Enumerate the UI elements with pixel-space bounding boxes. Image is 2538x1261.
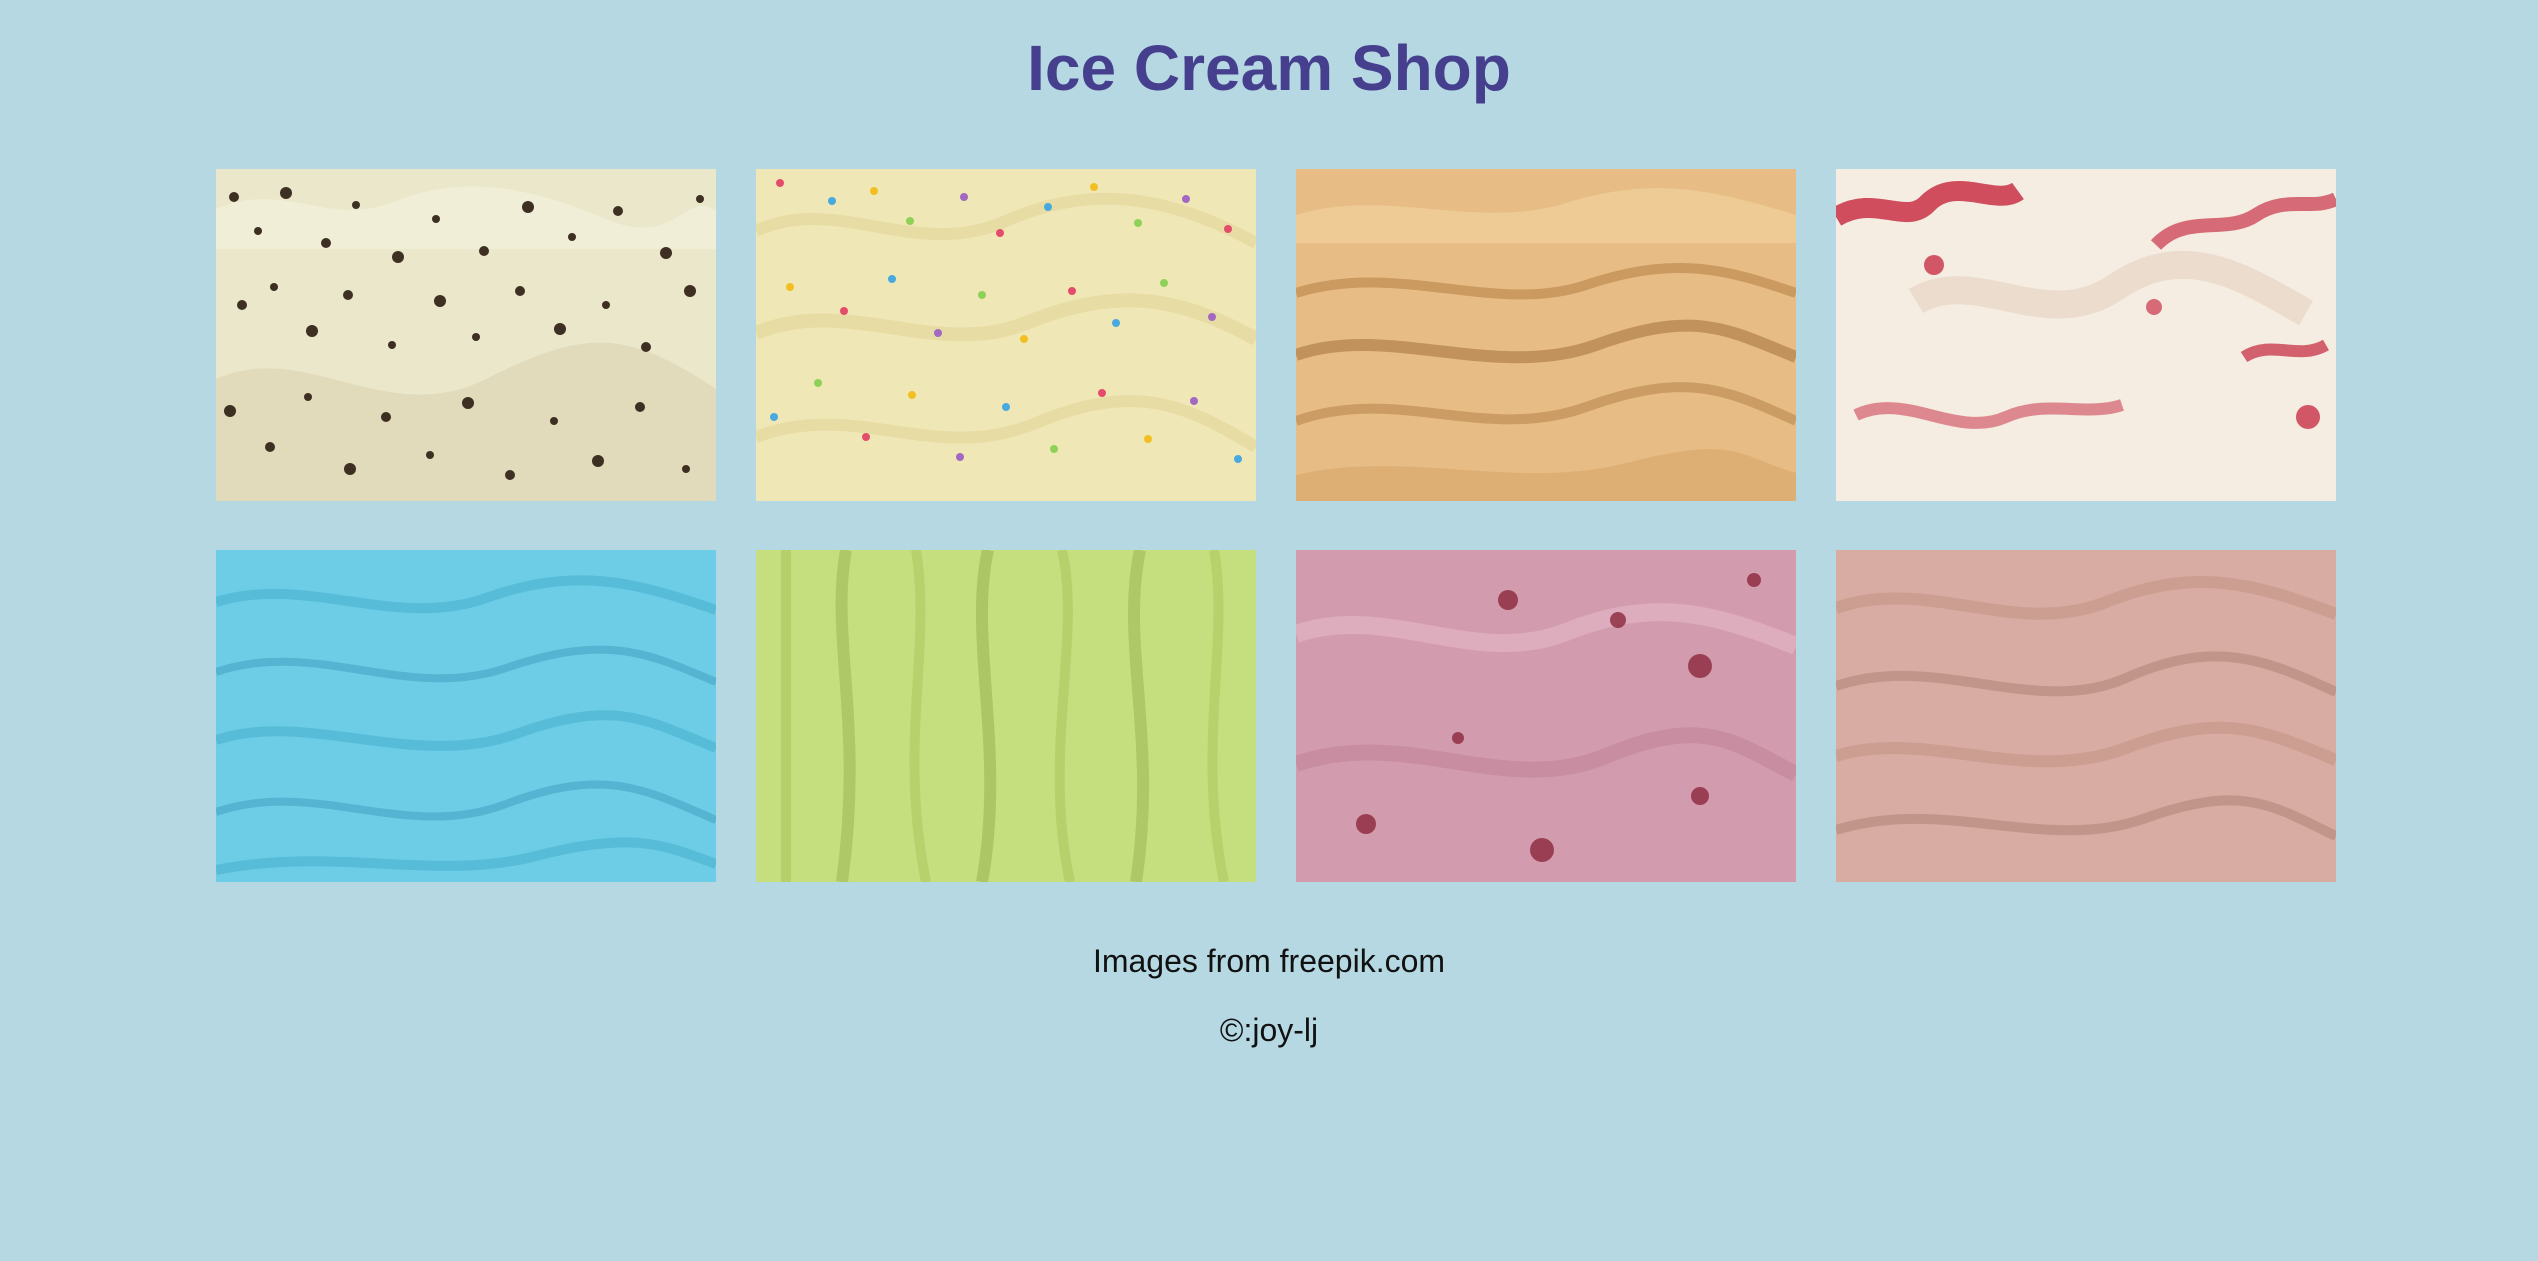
gallery-image-vanilla-sprinkles [756,169,1256,501]
strawberry-swirl-ice-cream-icon [1836,169,2336,501]
caramel-ice-cream-icon [1296,169,1796,501]
page-title: Ice Cream Shop [1027,32,1511,104]
copyright-text: ©:joy-lj [1219,1012,1319,1048]
gallery-image-blue [216,550,716,882]
pistachio-ice-cream-icon [756,550,1256,882]
ice-cream-gallery [216,169,2336,882]
mint-chocolate-chip-ice-cream-icon [216,169,716,501]
image-credit-text: Images from freepik.com [1092,943,1446,979]
vanilla-sprinkles-ice-cream-icon [756,169,1256,501]
gallery-image-caramel [1296,169,1796,501]
berry-ice-cream-icon [1296,550,1796,882]
page: Ice Cream Shop Images from freepik.com ©… [0,0,2538,1261]
chocolate-milk-ice-cream-icon [1836,550,2336,882]
gallery-image-chocolate-milk [1836,550,2336,882]
gallery-image-berry [1296,550,1796,882]
blue-ice-cream-icon [216,550,716,882]
gallery-image-strawberry-swirl [1836,169,2336,501]
gallery-image-mint-chip [216,169,716,501]
gallery-image-pistachio [756,550,1256,882]
